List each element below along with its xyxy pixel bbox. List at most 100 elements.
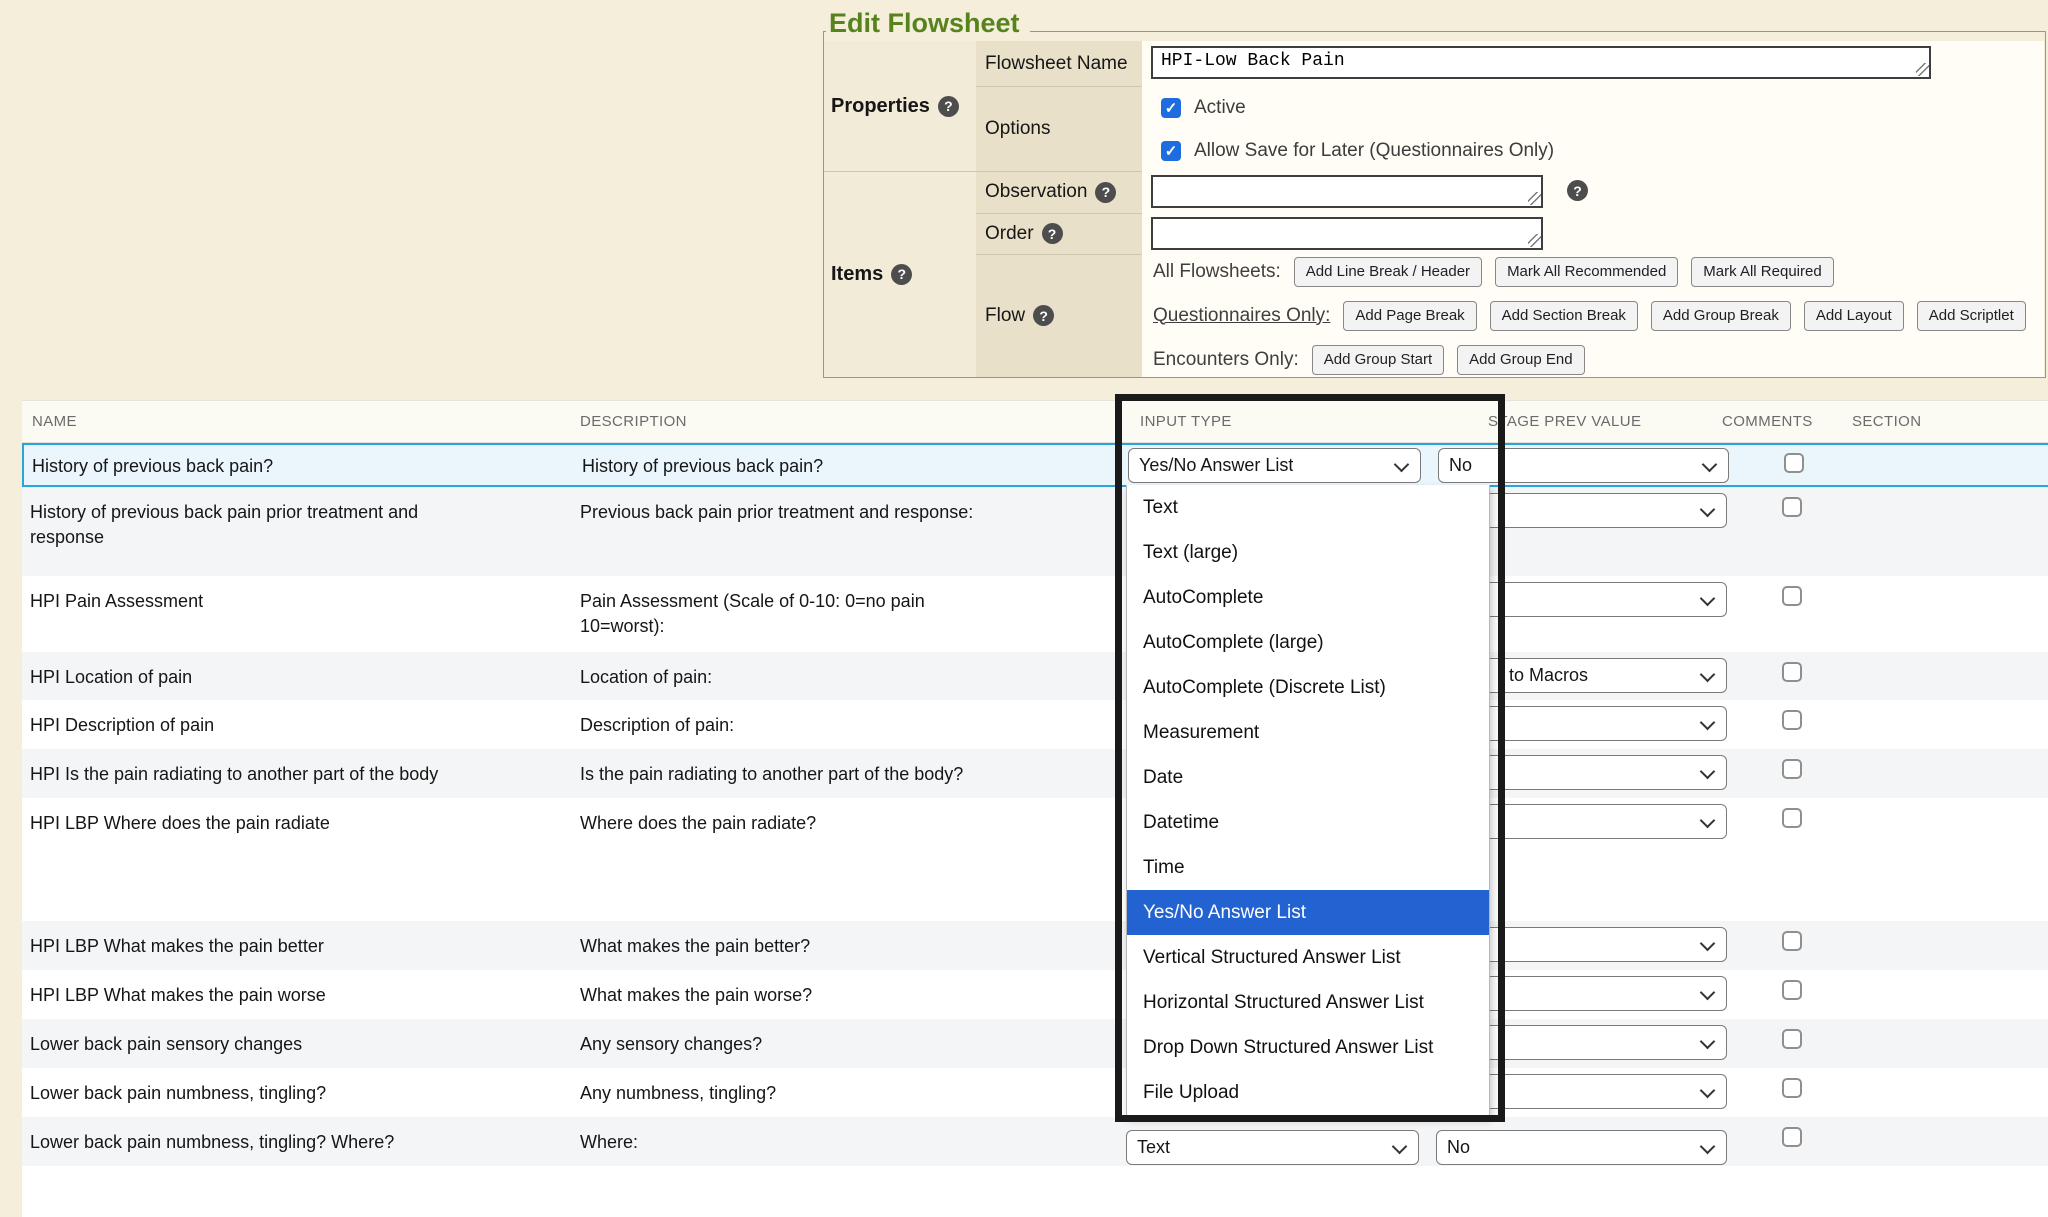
chevron-down-icon	[1700, 1083, 1716, 1099]
column-header: STAGE PREV VALUE	[1488, 413, 1641, 430]
dropdown-option[interactable]: Measurement	[1127, 710, 1489, 755]
order-input[interactable]	[1151, 217, 1543, 250]
table-row[interactable]: HPI Description of painDescription of pa…	[22, 700, 2048, 749]
flow-action-button[interactable]: Add Section Break	[1490, 301, 1638, 331]
comments-checkbox[interactable]	[1782, 980, 1802, 1000]
item-name: HPI LBP What makes the pain worse	[30, 983, 575, 1008]
dropdown-option[interactable]: AutoComplete	[1127, 575, 1489, 620]
table-row[interactable]: HPI Pain AssessmentPain Assessment (Scal…	[22, 576, 2048, 652]
chevron-down-icon	[1700, 502, 1716, 518]
table-row[interactable]: HPI Is the pain radiating to another par…	[22, 749, 2048, 798]
stage-prev-value: No	[1439, 455, 1472, 476]
item-name: HPI Location of pain	[30, 665, 575, 690]
chevron-down-icon	[1700, 715, 1716, 731]
flow-action-button[interactable]: Add Group End	[1457, 345, 1584, 375]
input-type-value: Text	[1127, 1137, 1170, 1158]
flow-action-line: Questionnaires Only: Add Page Break Add Se…	[1153, 300, 2026, 331]
item-description: What makes the pain worse?	[580, 983, 1120, 1008]
table-row[interactable]: Lower back pain sensory changesAny senso…	[22, 1019, 2048, 1068]
checkbox-checked[interactable]: ✓	[1161, 98, 1181, 118]
flow-group-label[interactable]: Questionnaires Only:	[1153, 305, 1330, 327]
help-icon[interactable]: ?	[891, 264, 912, 285]
table-row[interactable]: Lower back pain numbness, tingling?Any n…	[22, 1068, 2048, 1117]
comments-checkbox[interactable]	[1782, 808, 1802, 828]
flow-action-button[interactable]: Add Line Break / Header	[1294, 257, 1482, 287]
input-type-select[interactable]: Text	[1126, 1130, 1419, 1165]
flow-label: Flow	[985, 305, 1025, 327]
flow-action-button[interactable]: Add Group Start	[1312, 345, 1444, 375]
comments-checkbox[interactable]	[1782, 931, 1802, 951]
flow-action-button[interactable]: Add Page Break	[1343, 301, 1476, 331]
dropdown-option[interactable]: File Upload	[1127, 1070, 1489, 1115]
checkbox-checked[interactable]: ✓	[1161, 141, 1181, 161]
chevron-down-icon	[1700, 985, 1716, 1001]
items-label-row: Items ?	[824, 171, 976, 377]
item-name: Lower back pain numbness, tingling?	[30, 1081, 575, 1106]
flow-action-button[interactable]: Add Layout	[1804, 301, 1904, 331]
chevron-down-icon	[1700, 1034, 1716, 1050]
comments-checkbox[interactable]	[1782, 497, 1802, 517]
dropdown-option[interactable]: Yes/No Answer List	[1127, 890, 1489, 935]
item-description: What makes the pain better?	[580, 934, 1120, 959]
item-name: Lower back pain sensory changes	[30, 1032, 575, 1057]
flowsheet-name-label: Flowsheet Name	[985, 53, 1128, 75]
chevron-down-icon	[1700, 764, 1716, 780]
flow-action-line: All Flowsheets:Add Line Break / HeaderMa…	[1153, 256, 1834, 287]
comments-checkbox[interactable]	[1782, 1029, 1802, 1049]
item-description: Is the pain radiating to another part of…	[580, 762, 1120, 787]
dropdown-option[interactable]: AutoComplete (large)	[1127, 620, 1489, 665]
dropdown-option[interactable]: Drop Down Structured Answer List	[1127, 1025, 1489, 1070]
item-name: HPI Is the pain radiating to another par…	[30, 762, 575, 787]
table-row[interactable]: Lower back pain numbness, tingling? Wher…	[22, 1117, 2048, 1166]
item-name: HPI Description of pain	[30, 713, 575, 738]
comments-checkbox[interactable]	[1782, 586, 1802, 606]
comments-checkbox[interactable]	[1782, 1127, 1802, 1147]
dropdown-option[interactable]: Text (large)	[1127, 530, 1489, 575]
item-name: HPI Pain Assessment	[30, 589, 575, 614]
comments-checkbox[interactable]	[1782, 759, 1802, 779]
observation-label: Observation	[985, 181, 1087, 203]
column-header: SECTION	[1852, 413, 1921, 430]
dropdown-option[interactable]: AutoComplete (Discrete List)	[1127, 665, 1489, 710]
input-type-select[interactable]: Yes/No Answer List	[1128, 448, 1421, 483]
dropdown-option[interactable]: Vertical Structured Answer List	[1127, 935, 1489, 980]
table-row[interactable]: History of previous back pain?History of…	[22, 443, 2048, 487]
table-row[interactable]: HPI LBP Where does the pain radiateWhere…	[22, 798, 2048, 921]
table-row[interactable]: History of previous back pain prior trea…	[22, 487, 2048, 576]
dropdown-option[interactable]: Text	[1127, 485, 1489, 530]
table-row[interactable]: HPI LBP What makes the pain worseWhat ma…	[22, 970, 2048, 1019]
flow-label-cell: Flow ?	[976, 254, 1142, 377]
flow-action-button[interactable]: Mark All Required	[1691, 257, 1833, 287]
flowsheet-name-input[interactable]: HPI-Low Back Pain	[1151, 46, 1931, 79]
comments-checkbox[interactable]	[1782, 710, 1802, 730]
help-icon[interactable]: ?	[1033, 305, 1054, 326]
help-icon[interactable]: ?	[938, 96, 959, 117]
order-label-cell: Order ?	[976, 213, 1142, 254]
column-header: COMMENTS	[1722, 413, 1813, 430]
comments-checkbox[interactable]	[1782, 662, 1802, 682]
dropdown-option[interactable]: Date	[1127, 755, 1489, 800]
comments-checkbox[interactable]	[1784, 453, 1804, 473]
dropdown-option[interactable]: Horizontal Structured Answer List	[1127, 980, 1489, 1025]
dropdown-option[interactable]: Datetime	[1127, 800, 1489, 845]
flow-action-button[interactable]: Mark All Recommended	[1495, 257, 1678, 287]
stage-prev-value-select[interactable]: No	[1438, 448, 1729, 483]
page-title: Edit Flowsheet	[826, 8, 1030, 39]
option-row: ✓Active	[1161, 94, 1246, 122]
flow-group-label: Encounters Only:	[1153, 349, 1299, 371]
stage-prev-value-select[interactable]: No	[1436, 1130, 1727, 1165]
help-icon[interactable]: ?	[1095, 182, 1116, 203]
observation-input[interactable]	[1151, 175, 1543, 208]
flow-action-button[interactable]: Add Scriptlet	[1917, 301, 2026, 331]
comments-checkbox[interactable]	[1782, 1078, 1802, 1098]
flow-action-button[interactable]: Add Group Break	[1651, 301, 1791, 331]
table-row[interactable]: HPI LBP What makes the pain betterWhat m…	[22, 921, 2048, 970]
help-icon[interactable]: ?	[1567, 180, 1588, 201]
table-row[interactable]: HPI Location of painLocation of pain:to …	[22, 652, 2048, 700]
edit-flowsheet-fieldset: Edit Flowsheet Properties ? Items ? Flow…	[823, 31, 2046, 378]
chevron-down-icon	[1392, 1139, 1408, 1155]
dropdown-option[interactable]: Time	[1127, 845, 1489, 890]
observation-label-cell: Observation ?	[976, 171, 1142, 213]
help-icon[interactable]: ?	[1042, 223, 1063, 244]
item-description: Any sensory changes?	[580, 1032, 1120, 1057]
